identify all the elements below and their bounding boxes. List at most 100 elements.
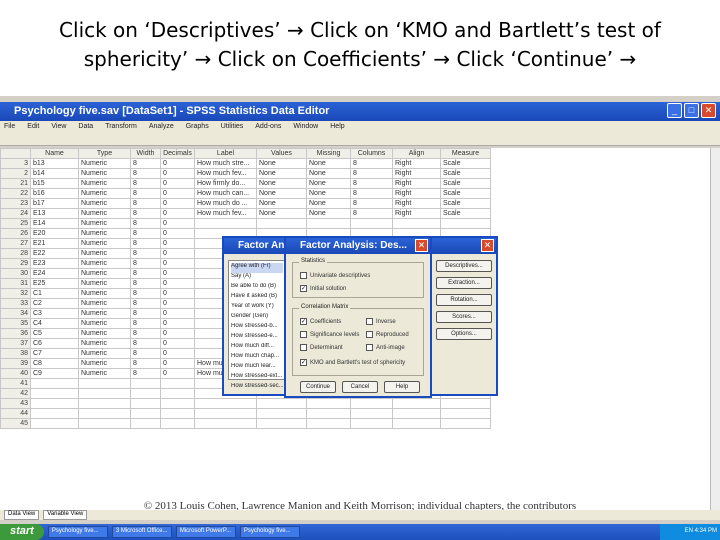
cell-missing[interactable]: None <box>306 198 351 209</box>
column-header[interactable]: Values <box>256 148 307 159</box>
cell-name[interactable]: E20 <box>30 228 79 239</box>
cell-w[interactable]: 8 <box>130 318 161 329</box>
menu-item[interactable]: Help <box>330 123 344 134</box>
dialog-side-button[interactable]: Rotation... <box>436 294 492 306</box>
initial-solution-checkbox[interactable]: ✓ Initial solution <box>300 285 346 292</box>
variable-list-item[interactable]: Agree with (Fr) <box>231 263 283 273</box>
cell-align[interactable]: Right <box>392 158 441 169</box>
cell-cols[interactable] <box>350 418 393 429</box>
cell-w[interactable]: 8 <box>130 298 161 309</box>
cell-name[interactable]: E14 <box>30 218 79 229</box>
cell-label[interactable] <box>194 218 257 229</box>
cell-name[interactable] <box>30 398 79 409</box>
cell-align[interactable] <box>392 408 441 419</box>
row-number[interactable]: 30 <box>0 268 31 279</box>
cell-align[interactable] <box>392 218 441 229</box>
cell-d[interactable]: 0 <box>160 248 195 259</box>
cell-missing[interactable]: None <box>306 178 351 189</box>
cell-name[interactable]: C4 <box>30 318 79 329</box>
variable-list-item[interactable]: Say (A) <box>231 273 283 283</box>
cell-missing[interactable]: None <box>306 188 351 199</box>
cell-cols[interactable]: 8 <box>350 158 393 169</box>
cell-name[interactable] <box>30 378 79 389</box>
cell-name[interactable]: C5 <box>30 328 79 339</box>
cell-d[interactable]: 0 <box>160 188 195 199</box>
cell-d[interactable]: 0 <box>160 258 195 269</box>
column-header[interactable]: Decimals <box>160 148 195 159</box>
menu-item[interactable]: Data <box>78 123 93 134</box>
cell-d[interactable]: 0 <box>160 308 195 319</box>
row-number[interactable]: 40 <box>0 368 31 379</box>
cell-name[interactable]: b13 <box>30 158 79 169</box>
cell-w[interactable] <box>130 408 161 419</box>
column-header[interactable]: Measure <box>440 148 491 159</box>
variable-list-item[interactable]: Year of work (Y) <box>231 303 283 313</box>
row-number[interactable]: 2 <box>0 168 31 179</box>
dialog-side-button[interactable]: Descriptives... <box>436 260 492 272</box>
cell-w[interactable]: 8 <box>130 268 161 279</box>
cell-cols[interactable] <box>350 408 393 419</box>
cell-d[interactable]: 0 <box>160 158 195 169</box>
cell-w[interactable]: 8 <box>130 238 161 249</box>
cell-align[interactable]: Right <box>392 168 441 179</box>
cell-type[interactable]: Numeric <box>78 358 131 369</box>
row-number[interactable]: 28 <box>0 248 31 259</box>
menu-item[interactable]: Utilities <box>221 123 244 134</box>
vertical-scrollbar[interactable] <box>710 148 720 510</box>
cell-d[interactable]: 0 <box>160 338 195 349</box>
cell-values[interactable] <box>256 398 307 409</box>
cell-missing[interactable]: None <box>306 158 351 169</box>
reproduced-checkbox[interactable]: Reproduced <box>366 331 409 338</box>
cell-align[interactable]: Right <box>392 178 441 189</box>
cell-w[interactable]: 8 <box>130 258 161 269</box>
cell-w[interactable]: 8 <box>130 168 161 179</box>
cell-missing[interactable] <box>306 418 351 429</box>
cell-values[interactable]: None <box>256 198 307 209</box>
cell-type[interactable]: Numeric <box>78 168 131 179</box>
taskbar-task[interactable]: Psychology five... <box>239 526 300 538</box>
row-number[interactable]: 44 <box>0 408 31 419</box>
cell-w[interactable]: 8 <box>130 198 161 209</box>
cell-d[interactable]: 0 <box>160 298 195 309</box>
cell-d[interactable]: 0 <box>160 238 195 249</box>
cell-cols[interactable]: 8 <box>350 188 393 199</box>
variable-list-item[interactable]: Be able to do (B) <box>231 283 283 293</box>
cell-type[interactable]: Numeric <box>78 298 131 309</box>
row-number[interactable]: 31 <box>0 278 31 289</box>
row-number[interactable]: 27 <box>0 238 31 249</box>
cell-w[interactable]: 8 <box>130 328 161 339</box>
close-button[interactable]: ✕ <box>701 103 716 118</box>
cell-measure[interactable] <box>440 408 491 419</box>
cell-type[interactable]: Numeric <box>78 178 131 189</box>
row-number[interactable]: 25 <box>0 218 31 229</box>
cell-values[interactable] <box>256 218 307 229</box>
table-row[interactable]: 22 b16 Numeric 8 0 How much can... None None 8 Ri… <box>0 188 491 199</box>
continue-button[interactable]: Continue <box>300 381 336 393</box>
row-number[interactable]: 37 <box>0 338 31 349</box>
cell-type[interactable]: Numeric <box>78 158 131 169</box>
cell-d[interactable] <box>160 408 195 419</box>
cell-cols[interactable]: 8 <box>350 168 393 179</box>
cell-missing[interactable] <box>306 398 351 409</box>
cell-type[interactable]: Numeric <box>78 208 131 219</box>
cell-missing[interactable]: None <box>306 168 351 179</box>
row-number[interactable]: 36 <box>0 328 31 339</box>
cell-name[interactable]: b16 <box>30 188 79 199</box>
cell-w[interactable]: 8 <box>130 178 161 189</box>
menu-item[interactable]: Edit <box>27 123 39 134</box>
cell-type[interactable] <box>78 388 131 399</box>
cell-w[interactable]: 8 <box>130 308 161 319</box>
cell-values[interactable] <box>256 408 307 419</box>
cell-values[interactable]: None <box>256 208 307 219</box>
cell-w[interactable]: 8 <box>130 348 161 359</box>
cell-measure[interactable]: Scale <box>440 208 491 219</box>
table-row[interactable]: 21 b15 Numeric 8 0 How firmly do... None None 8 R… <box>0 178 491 189</box>
table-row[interactable]: 45 <box>0 418 491 429</box>
column-header[interactable]: Type <box>78 148 131 159</box>
cell-measure[interactable] <box>440 418 491 429</box>
cell-measure[interactable]: Scale <box>440 188 491 199</box>
cell-measure[interactable]: Scale <box>440 158 491 169</box>
cell-type[interactable]: Numeric <box>78 328 131 339</box>
cell-d[interactable] <box>160 398 195 409</box>
cell-type[interactable]: Numeric <box>78 188 131 199</box>
